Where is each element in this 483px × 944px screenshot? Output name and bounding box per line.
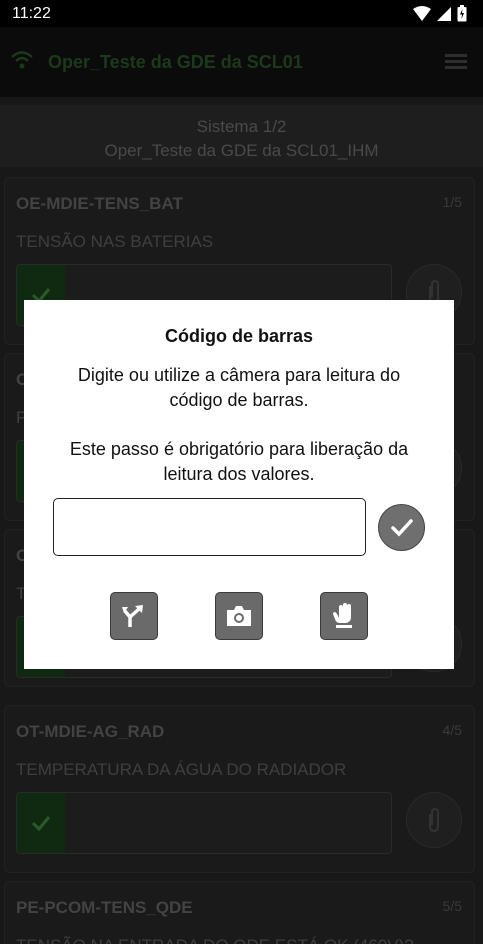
card-description: TENSÃO NA ENTRADA DO QDE ESTÁ OK (460V)? [16, 936, 414, 944]
barcode-input[interactable] [53, 498, 366, 556]
card-description: TEMPERATURA DA ÁGUA DO RADIADOR [16, 760, 347, 779]
status-time: 11:22 [12, 5, 51, 22]
wifi-status-icon [10, 49, 34, 76]
camera-button[interactable] [215, 592, 263, 640]
camera-icon [227, 606, 251, 626]
system-header: Sistema 1/2 Oper_Teste da GDE da SCL01_I… [0, 105, 483, 167]
battery-icon [457, 5, 467, 27]
cell-signal-icon [437, 6, 451, 26]
card-count: 5/5 [442, 898, 462, 914]
system-indicator: Sistema 1/2 [196, 117, 287, 136]
checklist-card[interactable]: PE-PCOM-TENS_QDE 5/5 TENSÃO NA ENTRADA D… [4, 881, 475, 944]
card-description: TENSÃO NAS BATERIAS [16, 232, 214, 251]
dialog-message: Digite ou utilize a câmera para leitura … [77, 365, 401, 410]
attachment-button[interactable] [406, 792, 462, 848]
checkmark-icon [17, 793, 65, 853]
hamburger-menu-icon[interactable] [445, 54, 467, 75]
barcode-dialog: Código de barras Digite ou utilize a câm… [24, 300, 454, 669]
checkmark-icon [390, 518, 413, 537]
manual-entry-button[interactable] [320, 592, 368, 640]
checklist-card[interactable]: OT-MDIE-AG_RAD 4/5 TEMPERATURA DA ÁGUA D… [4, 705, 475, 873]
skip-button[interactable] [110, 592, 158, 640]
card-count: 1/5 [442, 194, 462, 210]
app-bar: Oper_Teste da GDE da SCL01 [0, 27, 483, 97]
status-bar: 11:22 [0, 0, 483, 27]
confirm-button[interactable] [378, 504, 425, 551]
dialog-title: Código de barras [164, 326, 314, 346]
app-title: Oper_Teste da GDE da SCL01 [48, 52, 303, 72]
wifi-signal-icon [413, 6, 431, 26]
card-count: 4/5 [442, 722, 462, 738]
value-field[interactable] [16, 792, 392, 854]
card-code: PE-PCOM-TENS_QDE [16, 898, 193, 917]
hand-icon [333, 603, 352, 628]
fork-arrow-icon [122, 605, 143, 627]
card-code: OT-MDIE-AG_RAD [16, 722, 165, 741]
system-name: Oper_Teste da GDE da SCL01_IHM [104, 141, 379, 160]
card-code: OE-MDIE-TENS_BAT [16, 194, 183, 213]
dialog-required-note: Este passo é obrigatório para liberação … [69, 439, 409, 484]
